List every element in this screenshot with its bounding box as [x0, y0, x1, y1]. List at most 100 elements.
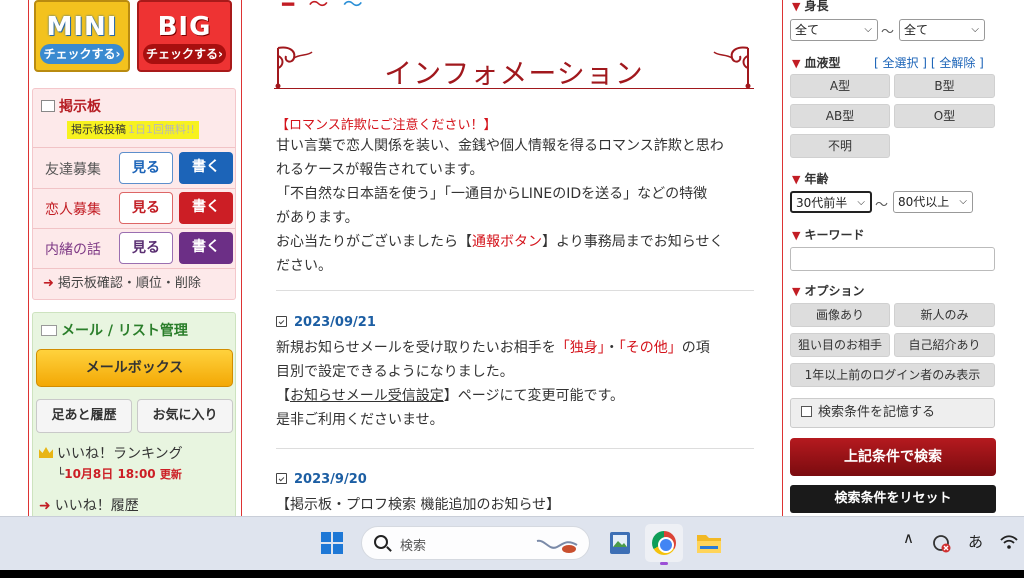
board-love-view-button[interactable]: 見る [119, 192, 173, 224]
option-target-toggle[interactable]: 狙い目のお相手 [790, 333, 890, 357]
favorites-button[interactable]: お気に入り [137, 399, 233, 433]
promo-mini-banner[interactable]: MINI チェックする› [34, 0, 130, 72]
chevron-down-icon: ⌵ [971, 24, 979, 35]
keyword-input[interactable] [790, 247, 995, 271]
mail-setting-link[interactable]: お知らせメール受信設定 [290, 388, 444, 404]
board-row-love: 恋人募集 見る 書く [33, 189, 235, 229]
triangle-down-icon: ▼ [792, 57, 801, 70]
board-friend-write-button[interactable]: 書く [179, 152, 233, 184]
height-label: ▼ 身長 [792, 0, 828, 14]
report-button-link[interactable]: 通報ボタン [472, 234, 542, 250]
text-span: 】より事務局までお知らせく [542, 234, 724, 250]
board-icon [41, 100, 55, 112]
triangle-down-icon: ▼ [792, 229, 801, 242]
promo-big-banner[interactable]: BIG チェックする› [137, 0, 232, 72]
height-to-select[interactable]: 全て ⌵ [899, 19, 985, 41]
clipped-heading: ━ 〜 〜 [282, 0, 367, 16]
like-history-text: いいね！履歴 [54, 498, 139, 514]
remember-conditions-checkbox[interactable]: 検索条件を記憶する [790, 398, 995, 428]
clear-all-link[interactable]: [ 全解除 ] [931, 56, 984, 70]
network-warning-icon[interactable] [932, 533, 952, 553]
chrome-app-icon[interactable] [645, 524, 683, 565]
ranking-date: 10月8日 18:00 [64, 467, 156, 481]
select-all-link[interactable]: [ 全選択 ] [874, 56, 927, 70]
board-post-tag-note: 1日1回無料!! [128, 123, 195, 136]
mailbox-button[interactable]: メールボックス [36, 349, 233, 387]
board-post-tag[interactable]: 掲示板投稿 1日1回無料!! [67, 121, 199, 139]
age-label-text: 年齢 [804, 172, 829, 186]
divider [33, 147, 235, 148]
age-to-select[interactable]: 80代以上 ⌵ [893, 191, 973, 213]
option-label: ▼ オプション [792, 282, 864, 299]
text-span: 】ページにて変更可能です。 [443, 388, 625, 404]
range-tilde: 〜 [875, 198, 889, 213]
remember-label: 検索条件を記憶する [818, 405, 936, 420]
calendar-check-icon [276, 473, 287, 484]
blood-type-a-toggle[interactable]: A型 [790, 74, 890, 98]
photos-app-icon[interactable] [601, 524, 639, 562]
file-explorer-icon[interactable] [690, 524, 728, 562]
promo-mini-check-button[interactable]: チェックする› [40, 44, 124, 64]
news-date: 2023/9/20 [276, 472, 367, 487]
page-title: インフォメーション [384, 57, 644, 90]
promo-big-check-button[interactable]: チェックする› [143, 44, 226, 64]
keyword-label-text: キーワード [804, 228, 865, 242]
board-row-label: 恋人募集 [45, 202, 101, 218]
ranking-update-label: 更新 [159, 468, 182, 481]
option-label-text: オプション [804, 284, 865, 298]
chevron-down-icon: ⌵ [959, 196, 967, 207]
board-manage-link-text: 掲示板確認・順位・削除 [57, 276, 201, 291]
title-underline [274, 88, 754, 89]
search-button[interactable]: 上記条件で検索 [790, 438, 996, 476]
age-from-select[interactable]: 30代前半 ⌵ [790, 191, 872, 213]
text-line: 目別で設定できるようになりました。 [276, 364, 514, 380]
age-label: ▼ 年齢 [792, 170, 828, 187]
left-border [28, 0, 29, 516]
blood-type-ab-toggle[interactable]: AB型 [790, 104, 890, 128]
right-border [782, 0, 783, 516]
board-secret-view-button[interactable]: 見る [119, 232, 173, 264]
select-value: 全て [795, 23, 820, 37]
tray-overflow-chevron[interactable]: ∧ [903, 529, 914, 547]
triangle-down-icon: ▼ [792, 285, 801, 298]
text-span: 「独身」 [555, 340, 605, 356]
triangle-down-icon: ▼ [792, 173, 801, 186]
like-history-link[interactable]: ➜ いいね！履歴 [39, 495, 139, 515]
keyword-label: ▼ キーワード [792, 226, 864, 243]
blood-type-o-toggle[interactable]: O型 [894, 104, 995, 128]
board-row-label: 内緒の話 [45, 242, 101, 258]
option-intro-toggle[interactable]: 自己紹介あり [894, 333, 995, 357]
windows-start-icon[interactable] [321, 532, 343, 554]
height-from-select[interactable]: 全て ⌵ [790, 19, 878, 41]
taskbar-search-box[interactable]: 検索 [361, 526, 590, 560]
footprints-button[interactable]: 足あと履歴 [36, 399, 132, 433]
board-manage-link[interactable]: ➜ 掲示板確認・順位・削除 [43, 272, 201, 291]
like-ranking-link[interactable]: いいね！ランキング [39, 443, 183, 463]
search-placeholder: 検索 [400, 539, 427, 554]
board-title-text: 掲示板 [59, 99, 101, 115]
reset-button[interactable]: 検索条件をリセット [790, 485, 996, 513]
board-friend-view-button[interactable]: 見る [119, 152, 173, 184]
text-span: 新規お知らせメールを受け取りたいお相手を [276, 340, 556, 356]
board-love-write-button[interactable]: 書く [179, 192, 233, 224]
option-new-only-toggle[interactable]: 新人のみ [894, 303, 995, 327]
text-line: があります。 [276, 210, 359, 226]
arrow-right-icon: ➜ [39, 498, 51, 514]
text-span: お心当たりがございましたら【 [276, 234, 472, 250]
board-secret-write-button[interactable]: 書く [179, 232, 233, 264]
blood-type-unknown-toggle[interactable]: 不明 [790, 134, 890, 158]
screen-bottom-bar [0, 570, 1024, 578]
divider [276, 448, 754, 449]
option-with-photo-toggle[interactable]: 画像あり [790, 303, 890, 327]
select-value: 30代前半 [796, 196, 848, 210]
board-title: 掲示板 [41, 96, 101, 116]
news-body: 【掲示板・プロフ検索 機能追加のお知らせ】 [276, 493, 754, 516]
romance-scam-heading: 【ロマンス詐欺にご注意ください！】 [276, 118, 497, 133]
ime-indicator[interactable]: あ [968, 531, 983, 552]
blood-type-b-toggle[interactable]: B型 [894, 74, 995, 98]
photos-glyph-icon [610, 532, 630, 554]
right-search-sidebar: ▼ 身長 全て ⌵ 〜 全て ⌵ ▼ 血液型 [ 全選択 ] [ 全解除 ] A型 B型… [782, 0, 1002, 516]
wifi-icon[interactable] [1000, 534, 1018, 550]
text-line: お心当たりがございましたら【通報ボタン】より事務局までお知らせく [276, 230, 754, 254]
option-old-login-toggle[interactable]: 1年以上前のログイン者のみ表示 [790, 363, 995, 387]
